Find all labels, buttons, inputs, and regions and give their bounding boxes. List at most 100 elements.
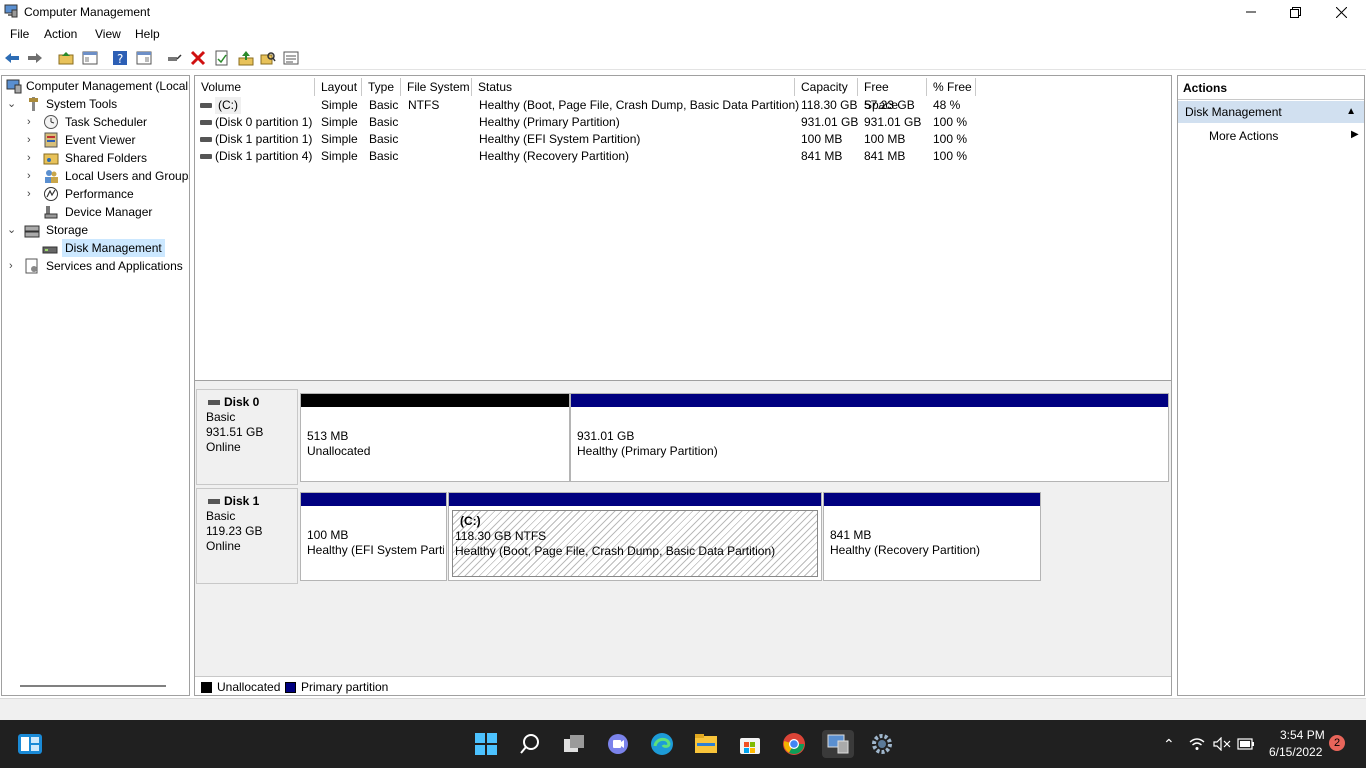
legend-primary-label: Primary partition — [301, 680, 389, 694]
tree-item-system-tools[interactable]: ⌄ System Tools — [6, 95, 189, 113]
tree-item-task-scheduler[interactable]: › Task Scheduler — [26, 113, 189, 131]
chevron-right-icon[interactable]: › — [27, 185, 31, 203]
clock-date[interactable]: 6/15/2022 — [1269, 745, 1322, 759]
table-row[interactable]: (C:) Simple Basic NTFS Healthy (Boot, Pa… — [195, 97, 1171, 114]
column-header-type[interactable]: Type — [362, 78, 401, 96]
column-header-file-system[interactable]: File System — [401, 78, 472, 96]
table-row[interactable]: (Disk 1 partition 1) Simple Basic Health… — [195, 131, 1171, 148]
close-button[interactable] — [1318, 0, 1364, 24]
cell-capacity: 931.01 GB — [801, 115, 859, 129]
tree-label: Services and Applications — [46, 259, 183, 273]
menu-file[interactable]: File — [10, 27, 29, 41]
table-row[interactable]: (Disk 0 partition 1) Simple Basic Health… — [195, 114, 1171, 131]
legend-unallocated-swatch — [201, 682, 212, 693]
collapse-up-icon[interactable]: ▲ — [1346, 106, 1356, 117]
tree-label: Local Users and Groups — [65, 169, 190, 183]
file-explorer-icon[interactable] — [692, 730, 720, 758]
battery-icon[interactable] — [1237, 738, 1255, 750]
column-header-layout[interactable]: Layout — [315, 78, 362, 96]
chevron-right-icon[interactable]: › — [27, 131, 31, 149]
tree-item-disk-management[interactable]: Disk Management — [42, 239, 189, 257]
partition-info: 931.01 GB Healthy (Primary Partition) — [577, 429, 1166, 459]
help-icon[interactable]: ? — [112, 50, 128, 66]
cell-free-space: 841 MB — [864, 149, 906, 163]
up-folder-icon[interactable] — [58, 50, 74, 66]
submenu-arrow-icon[interactable]: ▶ — [1351, 129, 1359, 140]
svg-text:?: ? — [117, 52, 123, 66]
restore-button[interactable] — [1272, 0, 1318, 24]
horizontal-scrollbar[interactable] — [20, 685, 166, 687]
volume-muted-icon[interactable] — [1213, 737, 1231, 751]
settings-icon[interactable] — [868, 730, 896, 758]
partition-label: (C:) — [460, 514, 481, 528]
partition-disk0-primary[interactable]: 931.01 GB Healthy (Primary Partition) — [570, 393, 1169, 482]
actions-section-disk-management[interactable]: Disk Management ▲ — [1178, 101, 1364, 123]
more-actions-item[interactable]: More Actions — [1209, 129, 1278, 143]
cell-capacity: 118.30 GB — [801, 98, 858, 112]
partition-info: 100 MB Healthy (EFI System Parti — [307, 528, 444, 558]
wifi-icon[interactable] — [1189, 737, 1205, 751]
menu-help[interactable]: Help — [135, 27, 160, 41]
tree-item-local-users-and-groups[interactable]: › Local Users and Groups — [26, 167, 190, 185]
chevron-down-icon[interactable]: ⌄ — [7, 221, 16, 239]
column-header-free-space[interactable]: Free Space — [858, 78, 927, 112]
tree-item-services-and-applications[interactable]: › Services and Applications — [6, 257, 189, 275]
volume-icon — [200, 103, 212, 108]
show-hidden-icons-icon[interactable]: ⌃ — [1163, 736, 1175, 753]
search-folder-icon[interactable] — [260, 50, 276, 66]
tree-item-event-viewer[interactable]: › Event Viewer — [26, 131, 189, 149]
menu-view[interactable]: View — [95, 27, 121, 41]
cell-free-space: 931.01 GB — [864, 115, 922, 129]
delete-icon[interactable] — [190, 50, 206, 66]
start-icon[interactable] — [472, 730, 500, 758]
system-tools-icon — [29, 97, 38, 111]
teams-chat-icon[interactable] — [604, 730, 632, 758]
clock-time[interactable]: 3:54 PM — [1280, 728, 1325, 742]
task-view-icon[interactable] — [560, 730, 588, 758]
export-icon[interactable] — [238, 50, 254, 66]
tree-item-performance[interactable]: › Performance — [26, 185, 189, 203]
column-header-status[interactable]: Status — [472, 78, 795, 96]
forward-icon[interactable] — [27, 50, 43, 66]
tree-label: Storage — [46, 223, 89, 237]
tree-item-computer-management[interactable]: Computer Management (Local — [6, 77, 189, 95]
disk-management-icon — [42, 246, 58, 254]
view-list-icon[interactable] — [283, 50, 299, 66]
column-header-percent-free[interactable]: % Free — [927, 78, 976, 96]
minimize-button[interactable] — [1228, 0, 1274, 24]
disk-0-label[interactable]: Disk 0 Basic 931.51 GB Online — [196, 389, 298, 485]
edge-icon[interactable] — [648, 730, 676, 758]
tree-item-storage[interactable]: ⌄ Storage — [6, 221, 189, 239]
back-icon[interactable] — [4, 50, 20, 66]
column-header-volume[interactable]: Volume — [195, 78, 315, 96]
table-row[interactable]: (Disk 1 partition 4) Simple Basic Health… — [195, 148, 1171, 165]
computer-management-taskbar-icon[interactable] — [822, 730, 854, 758]
notification-badge[interactable]: 2 — [1329, 735, 1345, 751]
chevron-right-icon[interactable]: › — [27, 167, 31, 185]
chevron-right-icon[interactable]: › — [27, 149, 31, 167]
partition-c-drive[interactable]: (C:) 118.30 GB NTFS Healthy (Boot, Page … — [448, 492, 822, 581]
search-icon[interactable] — [516, 730, 544, 758]
disk-1-label[interactable]: Disk 1 Basic 119.23 GB Online — [196, 488, 298, 584]
show-hide-action-pane-icon[interactable] — [136, 50, 152, 66]
microsoft-store-icon[interactable] — [736, 730, 764, 758]
partition-recovery[interactable]: 841 MB Healthy (Recovery Partition) — [823, 492, 1041, 581]
tree-item-device-manager[interactable]: Device Manager — [26, 203, 189, 221]
cell-file-system: NTFS — [408, 98, 440, 112]
column-header-capacity[interactable]: Capacity — [795, 78, 858, 96]
partition-size: 841 MB — [830, 528, 872, 542]
partition-status: Healthy (Primary Partition) — [577, 444, 718, 458]
partition-unallocated[interactable]: 513 MB Unallocated — [300, 393, 570, 482]
show-hide-console-tree-icon[interactable] — [82, 50, 98, 66]
chevron-down-icon[interactable]: ⌄ — [7, 95, 16, 113]
properties-icon[interactable] — [214, 50, 230, 66]
chevron-right-icon[interactable]: › — [9, 257, 13, 275]
chevron-right-icon[interactable]: › — [27, 113, 31, 131]
chrome-icon[interactable] — [780, 730, 808, 758]
tree-item-shared-folders[interactable]: › Shared Folders — [26, 149, 189, 167]
partition-efi[interactable]: 100 MB Healthy (EFI System Parti — [300, 492, 447, 581]
partition-bar — [301, 394, 569, 407]
widgets-icon[interactable] — [16, 730, 44, 758]
menu-action[interactable]: Action — [44, 27, 77, 41]
connect-drive-icon[interactable] — [166, 50, 182, 66]
